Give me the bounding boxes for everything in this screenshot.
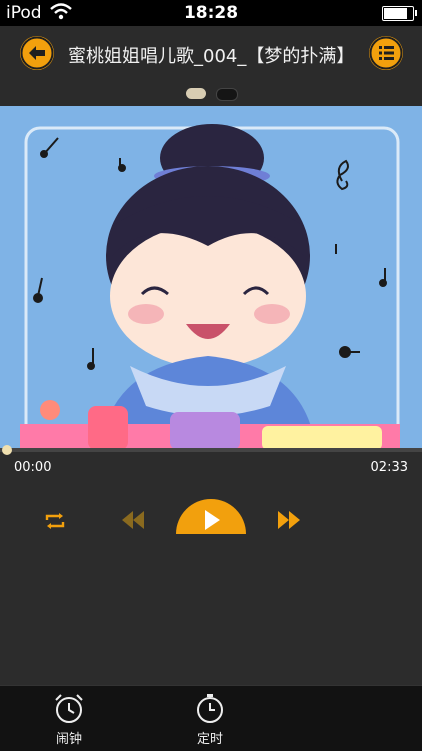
tab-timer[interactable]: 定时 xyxy=(180,692,240,747)
tab-alarm[interactable]: 闹钟 xyxy=(39,692,99,747)
page-dot-active[interactable] xyxy=(186,88,206,99)
cartoon-singer-artwork xyxy=(0,106,422,450)
progress-track[interactable] xyxy=(0,448,422,452)
next-icon xyxy=(278,511,300,529)
list-icon xyxy=(369,36,403,70)
next-button[interactable] xyxy=(276,508,302,532)
play-button[interactable] xyxy=(176,496,246,534)
repeat-button[interactable] xyxy=(44,512,66,530)
player-controls xyxy=(0,480,422,685)
page-dot-inactive[interactable] xyxy=(216,88,238,101)
tab-timer-label: 定时 xyxy=(196,732,223,747)
page-title: 蜜桃姐姐唱儿歌_004_【梦的扑满】 xyxy=(68,46,352,67)
previous-button[interactable] xyxy=(120,508,146,532)
page-indicator xyxy=(0,80,422,106)
back-button[interactable] xyxy=(20,36,54,70)
tab-alarm-label: 闹钟 xyxy=(55,732,82,747)
arrow-left-icon xyxy=(20,36,54,70)
play-icon xyxy=(176,499,246,534)
battery-icon xyxy=(382,6,417,21)
tab-bar: 闹钟 定时 xyxy=(0,685,422,751)
status-time: 18:28 xyxy=(183,3,239,23)
video-artwork[interactable] xyxy=(0,106,422,450)
playlist-button[interactable] xyxy=(369,36,403,70)
previous-icon xyxy=(122,511,144,529)
elapsed-time: 00:00 xyxy=(14,460,52,475)
alarm-clock-icon xyxy=(55,694,83,723)
progress-thumb[interactable] xyxy=(2,445,12,455)
status-bar: iPod 18:28 xyxy=(0,0,422,26)
nav-bar: 蜜桃姐姐唱儿歌_004_【梦的扑满】 xyxy=(0,26,422,80)
repeat-icon xyxy=(45,513,65,529)
timer-icon xyxy=(197,694,223,723)
total-duration: 02:33 xyxy=(370,460,408,475)
